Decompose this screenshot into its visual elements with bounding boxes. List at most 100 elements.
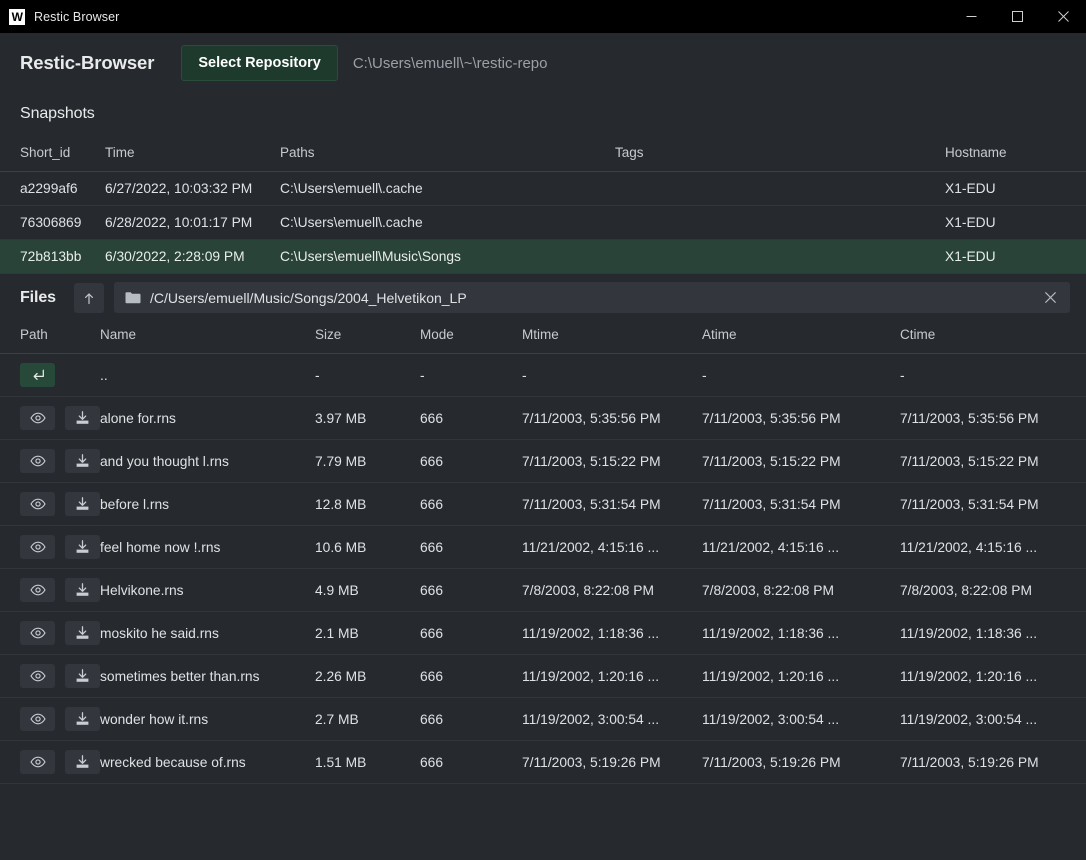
- preview-file-button[interactable]: [20, 621, 55, 645]
- snapshot-short-id: 72b813bb: [0, 240, 105, 274]
- eye-icon: [30, 584, 46, 596]
- preview-file-button[interactable]: [20, 707, 55, 731]
- maximize-icon: [1012, 11, 1023, 22]
- file-row[interactable]: wonder how it.rns2.7 MB66611/19/2002, 3:…: [0, 698, 1086, 741]
- files-table: Path Name Size Mode Mtime Atime Ctime ..…: [0, 321, 1086, 784]
- file-mtime: 11/19/2002, 1:20:16 ...: [522, 655, 702, 698]
- file-ctime: 11/19/2002, 1:18:36 ...: [900, 612, 1086, 655]
- preview-file-button[interactable]: [20, 535, 55, 559]
- file-row[interactable]: alone for.rns3.97 MB6667/11/2003, 5:35:5…: [0, 397, 1086, 440]
- minimize-button[interactable]: [948, 0, 994, 33]
- file-mtime: 7/11/2003, 5:15:22 PM: [522, 440, 702, 483]
- file-row[interactable]: sometimes better than.rns2.26 MB66611/19…: [0, 655, 1086, 698]
- snapshot-row[interactable]: a2299af66/27/2022, 10:03:32 PMC:\Users\e…: [0, 172, 1086, 206]
- snapshot-row[interactable]: 72b813bb6/30/2022, 2:28:09 PMC:\Users\em…: [0, 240, 1086, 274]
- file-row[interactable]: feel home now !.rns10.6 MB66611/21/2002,…: [0, 526, 1086, 569]
- column-header-atime[interactable]: Atime: [702, 321, 900, 354]
- snapshot-paths: C:\Users\emuell\.cache: [280, 172, 615, 206]
- file-mtime: 7/11/2003, 5:19:26 PM: [522, 741, 702, 784]
- file-mode: 666: [420, 440, 522, 483]
- window-title: Restic Browser: [34, 10, 119, 24]
- close-icon: [1045, 292, 1056, 303]
- preview-file-button[interactable]: [20, 449, 55, 473]
- snapshot-short-id: 76306869: [0, 206, 105, 240]
- file-mode: 666: [420, 569, 522, 612]
- preview-file-button[interactable]: [20, 664, 55, 688]
- preview-file-button[interactable]: [20, 578, 55, 602]
- file-name: wonder how it.rns: [100, 698, 315, 741]
- file-mode: 666: [420, 698, 522, 741]
- file-mtime: 11/19/2002, 1:18:36 ...: [522, 612, 702, 655]
- snapshot-time: 6/28/2022, 10:01:17 PM: [105, 206, 280, 240]
- preview-file-button[interactable]: [20, 406, 55, 430]
- file-mode: 666: [420, 397, 522, 440]
- download-file-button[interactable]: [65, 406, 100, 430]
- download-file-button[interactable]: [65, 449, 100, 473]
- download-file-button[interactable]: [65, 707, 100, 731]
- eye-icon: [30, 756, 46, 768]
- path-field[interactable]: /C/Users/emuell/Music/Songs/2004_Helveti…: [114, 282, 1070, 313]
- select-repository-button[interactable]: Select Repository: [181, 45, 338, 82]
- snapshot-tags: [615, 172, 945, 206]
- snapshot-time: 6/27/2022, 10:03:32 PM: [105, 172, 280, 206]
- preview-file-button[interactable]: [20, 492, 55, 516]
- column-header-paths[interactable]: Paths: [280, 139, 615, 172]
- eye-icon: [30, 713, 46, 725]
- parent-directory-button[interactable]: [74, 283, 104, 313]
- download-file-button[interactable]: [65, 664, 100, 688]
- download-file-button[interactable]: [65, 492, 100, 516]
- file-actions-cell: [0, 655, 100, 698]
- close-button[interactable]: [1040, 0, 1086, 33]
- column-header-tags[interactable]: Tags: [615, 139, 945, 172]
- snapshots-section: Snapshots Short_id Time Paths Tags Hostn…: [0, 93, 1086, 274]
- download-icon: [75, 626, 90, 640]
- file-size: 2.26 MB: [315, 655, 420, 698]
- files-body: ..-----alone for.rns3.97 MB6667/11/2003,…: [0, 354, 1086, 784]
- file-ctime: -: [900, 354, 1086, 397]
- file-row[interactable]: before l.rns12.8 MB6667/11/2003, 5:31:54…: [0, 483, 1086, 526]
- snapshot-time: 6/30/2022, 2:28:09 PM: [105, 240, 280, 274]
- column-header-ctime[interactable]: Ctime: [900, 321, 1086, 354]
- column-header-time[interactable]: Time: [105, 139, 280, 172]
- column-header-path[interactable]: Path: [0, 321, 100, 354]
- file-mode: 666: [420, 612, 522, 655]
- download-file-button[interactable]: [65, 535, 100, 559]
- close-icon: [1058, 11, 1069, 22]
- download-file-button[interactable]: [65, 750, 100, 774]
- file-row[interactable]: and you thought l.rns7.79 MB6667/11/2003…: [0, 440, 1086, 483]
- preview-file-button[interactable]: [20, 750, 55, 774]
- column-header-size[interactable]: Size: [315, 321, 420, 354]
- go-parent-button[interactable]: [20, 363, 55, 387]
- file-name: feel home now !.rns: [100, 526, 315, 569]
- file-row-parent[interactable]: ..-----: [0, 354, 1086, 397]
- snapshot-row[interactable]: 763068696/28/2022, 10:01:17 PMC:\Users\e…: [0, 206, 1086, 240]
- app-window: W Restic Browser Restic-B: [0, 0, 1086, 860]
- arrow-up-icon: [82, 291, 96, 305]
- maximize-button[interactable]: [994, 0, 1040, 33]
- file-row[interactable]: wrecked because of.rns1.51 MB6667/11/200…: [0, 741, 1086, 784]
- download-file-button[interactable]: [65, 621, 100, 645]
- clear-path-button[interactable]: [1038, 286, 1062, 310]
- download-icon: [75, 755, 90, 769]
- file-name: wrecked because of.rns: [100, 741, 315, 784]
- file-row[interactable]: Helvikone.rns4.9 MB6667/8/2003, 8:22:08 …: [0, 569, 1086, 612]
- file-ctime: 7/11/2003, 5:19:26 PM: [900, 741, 1086, 784]
- repository-path-label: C:\Users\emuell\~\restic-repo: [353, 55, 548, 72]
- file-ctime: 7/8/2003, 8:22:08 PM: [900, 569, 1086, 612]
- file-name: and you thought l.rns: [100, 440, 315, 483]
- download-icon: [75, 497, 90, 511]
- column-header-hostname[interactable]: Hostname: [945, 139, 1086, 172]
- column-header-mode[interactable]: Mode: [420, 321, 522, 354]
- eye-icon: [30, 498, 46, 510]
- column-header-short-id[interactable]: Short_id: [0, 139, 105, 172]
- column-header-mtime[interactable]: Mtime: [522, 321, 702, 354]
- file-row[interactable]: moskito he said.rns2.1 MB66611/19/2002, …: [0, 612, 1086, 655]
- file-name: before l.rns: [100, 483, 315, 526]
- file-name: ..: [100, 354, 315, 397]
- file-size: 2.7 MB: [315, 698, 420, 741]
- file-name: moskito he said.rns: [100, 612, 315, 655]
- column-header-name[interactable]: Name: [100, 321, 315, 354]
- download-icon: [75, 411, 90, 425]
- download-file-button[interactable]: [65, 578, 100, 602]
- file-atime: 11/19/2002, 1:20:16 ...: [702, 655, 900, 698]
